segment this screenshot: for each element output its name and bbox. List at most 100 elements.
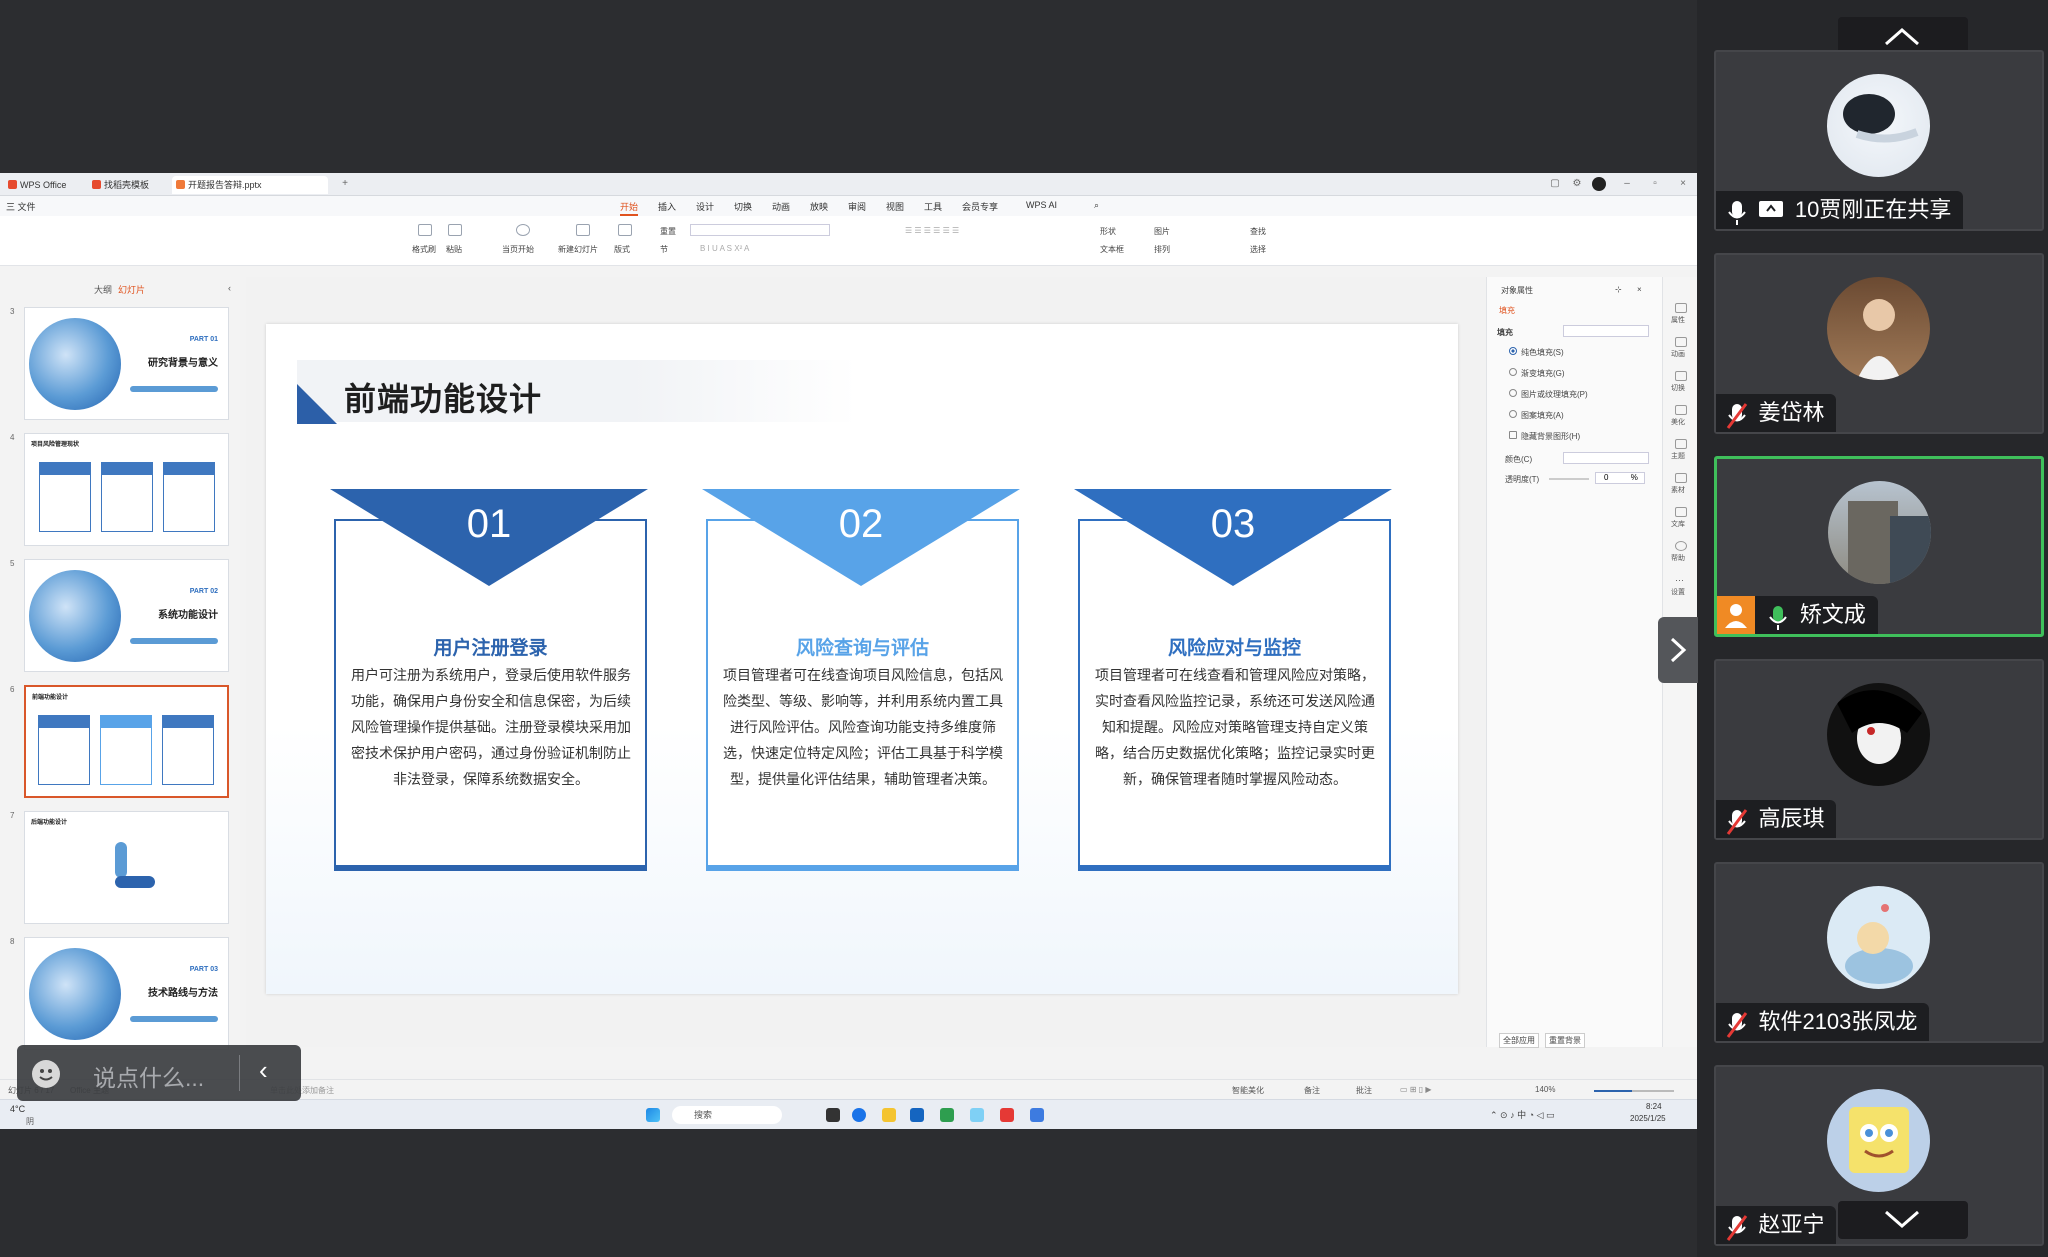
transparency-input[interactable]: 0 % bbox=[1595, 472, 1645, 484]
participant-tile-speaking[interactable]: 矫文成 bbox=[1714, 456, 2044, 637]
pin-icon[interactable]: ⊹ bbox=[1615, 285, 1622, 294]
help-icon[interactable] bbox=[1675, 541, 1687, 551]
start-icon[interactable] bbox=[646, 1108, 660, 1122]
picture-label[interactable]: 图片 bbox=[1154, 226, 1170, 237]
outlook-icon[interactable] bbox=[910, 1108, 924, 1122]
participant-tile[interactable]: 软件2103张凤龙 bbox=[1714, 862, 2044, 1043]
play-from-current-icon[interactable] bbox=[516, 224, 530, 236]
tray-icons[interactable]: ⌃ ⊙ ♪ 中 ◔ ◁ ▭ bbox=[1490, 1108, 1554, 1121]
gradient-fill-radio[interactable] bbox=[1509, 368, 1517, 376]
slide-thumbnail-4[interactable]: 项目风险管理现状 bbox=[24, 433, 229, 546]
tab-pptx-document[interactable]: 开题报告答辩.pptx bbox=[172, 176, 328, 194]
pattern-fill-radio[interactable] bbox=[1509, 410, 1517, 418]
layout-icon[interactable]: ▢ bbox=[1548, 177, 1562, 191]
reset-background-button[interactable]: 重置背景 bbox=[1545, 1033, 1585, 1048]
minimize-icon[interactable]: – bbox=[1620, 177, 1634, 191]
picture-fill-radio[interactable] bbox=[1509, 389, 1517, 397]
scroll-down-button[interactable] bbox=[1838, 1201, 1968, 1239]
new-slide-icon[interactable] bbox=[576, 224, 590, 236]
slide-canvas[interactable]: 前端功能设计 01 用户注册登录 用户可注册为系统用户，登录后使用软件服务功能，… bbox=[266, 324, 1458, 994]
tab-templates[interactable]: 找稻壳模板 bbox=[88, 176, 168, 194]
menu-design[interactable]: 设计 bbox=[696, 200, 714, 213]
menu-insert[interactable]: 插入 bbox=[658, 200, 676, 213]
menu-slideshow[interactable]: 放映 bbox=[810, 200, 828, 213]
zoom-level[interactable]: 140% bbox=[1535, 1085, 1555, 1094]
collapse-sidebar-button[interactable] bbox=[1658, 617, 1698, 683]
menu-member[interactable]: 会员专享 bbox=[962, 200, 998, 213]
chat-input-box[interactable]: 说点什么... ‹ bbox=[17, 1045, 301, 1101]
settings-icon[interactable]: ⚙ bbox=[1570, 177, 1584, 191]
comments-button[interactable]: 批注 bbox=[1356, 1085, 1372, 1096]
meeting-taskbar-icon[interactable] bbox=[1030, 1108, 1044, 1122]
paragraph-tools[interactable]: ☰ ☰ ☰ ☰ ☰ ☰ bbox=[905, 226, 959, 235]
format-painter-icon[interactable] bbox=[418, 224, 432, 236]
shape-label[interactable]: 形状 bbox=[1100, 226, 1116, 237]
explorer-icon[interactable] bbox=[882, 1108, 896, 1122]
transparency-slider[interactable] bbox=[1549, 478, 1589, 480]
select-label[interactable]: 选择 bbox=[1250, 244, 1266, 255]
font-name-select[interactable] bbox=[690, 224, 830, 236]
view-mode-icons[interactable]: ▭ ⊞ ▯ ▶ bbox=[1400, 1085, 1431, 1094]
maximize-icon[interactable]: ▫ bbox=[1648, 177, 1662, 191]
wechat-icon[interactable] bbox=[940, 1108, 954, 1122]
section-label[interactable]: 节 bbox=[660, 244, 668, 255]
apply-all-button[interactable]: 全部应用 bbox=[1499, 1033, 1539, 1048]
arrange-label[interactable]: 排列 bbox=[1154, 244, 1170, 255]
collapse-panel-icon[interactable]: ‹ bbox=[228, 283, 231, 293]
tab-wps-office[interactable]: WPS Office bbox=[4, 176, 78, 194]
transition-icon[interactable] bbox=[1675, 371, 1687, 381]
zoom-slider[interactable] bbox=[1594, 1090, 1674, 1092]
theme-icon[interactable] bbox=[1675, 439, 1687, 449]
smart-beautify-button[interactable]: 智能美化 bbox=[1232, 1085, 1264, 1096]
layout-icon-ribbon[interactable] bbox=[618, 224, 632, 236]
slide-thumbnail-3[interactable]: PART 01 研究背景与意义 bbox=[24, 307, 229, 420]
reset-label[interactable]: 重置 bbox=[660, 226, 676, 237]
solid-fill-radio[interactable] bbox=[1509, 347, 1517, 355]
library-icon[interactable] bbox=[1675, 507, 1687, 517]
app-icon[interactable] bbox=[970, 1108, 984, 1122]
slide-thumbnail-5[interactable]: PART 02 系统功能设计 bbox=[24, 559, 229, 672]
fill-type-select[interactable] bbox=[1563, 325, 1649, 337]
notes-button[interactable]: 备注 bbox=[1304, 1085, 1320, 1096]
taskbar-search[interactable]: 搜索 bbox=[672, 1106, 782, 1124]
menu-transition[interactable]: 切换 bbox=[734, 200, 752, 213]
textbox-label[interactable]: 文本框 bbox=[1100, 244, 1124, 255]
close-icon[interactable]: × bbox=[1676, 177, 1690, 191]
paste-icon[interactable] bbox=[448, 224, 462, 236]
tab-slides[interactable]: 幻灯片 bbox=[118, 283, 145, 296]
file-menu[interactable]: 三 文件 bbox=[6, 200, 36, 213]
find-label[interactable]: 查找 bbox=[1250, 226, 1266, 237]
edge-icon[interactable] bbox=[852, 1108, 866, 1122]
font-style-buttons[interactable]: B I U A S X² A bbox=[700, 244, 749, 253]
search-icon[interactable]: ⌕ bbox=[1094, 200, 1099, 211]
menu-animation[interactable]: 动画 bbox=[772, 200, 790, 213]
hide-bg-checkbox[interactable] bbox=[1509, 431, 1517, 439]
menu-home[interactable]: 开始 bbox=[620, 200, 639, 216]
properties-icon[interactable] bbox=[1675, 303, 1687, 313]
animation-icon[interactable] bbox=[1675, 337, 1687, 347]
menu-view[interactable]: 视图 bbox=[886, 200, 904, 213]
collapse-chat-icon[interactable]: ‹ bbox=[259, 1055, 268, 1086]
props-tab-fill[interactable]: 填充 bbox=[1499, 305, 1515, 316]
slide-thumbnail-6-selected[interactable]: 前端功能设计 bbox=[24, 685, 229, 798]
material-icon[interactable] bbox=[1675, 473, 1687, 483]
wps-taskbar-icon[interactable] bbox=[1000, 1108, 1014, 1122]
participant-tile[interactable]: 姜岱林 bbox=[1714, 253, 2044, 434]
slide-thumbnail-7[interactable]: 后端功能设计 bbox=[24, 811, 229, 924]
slide-title[interactable]: 前端功能设计 bbox=[344, 374, 542, 420]
task-view-icon[interactable] bbox=[826, 1108, 840, 1122]
color-select[interactable] bbox=[1563, 452, 1649, 464]
emoji-icon[interactable] bbox=[32, 1060, 60, 1088]
beautify-icon[interactable] bbox=[1675, 405, 1687, 415]
chat-placeholder[interactable]: 说点什么... bbox=[93, 1059, 204, 1093]
menu-tools[interactable]: 工具 bbox=[924, 200, 942, 213]
participant-tile[interactable]: 高辰琪 bbox=[1714, 659, 2044, 840]
tab-outline[interactable]: 大纲 bbox=[94, 283, 112, 296]
menu-wps-ai[interactable]: WPS AI bbox=[1026, 200, 1057, 210]
menu-review[interactable]: 审阅 bbox=[848, 200, 866, 213]
participant-tile[interactable]: 10贾刚正在共享 bbox=[1714, 50, 2044, 231]
new-tab-plus-icon[interactable]: + bbox=[338, 177, 352, 191]
more-settings-icon[interactable]: ··· bbox=[1675, 575, 1687, 585]
slide-thumbnail-8[interactable]: PART 03 技术路线与方法 bbox=[24, 937, 229, 1050]
user-avatar-icon[interactable] bbox=[1592, 177, 1606, 191]
